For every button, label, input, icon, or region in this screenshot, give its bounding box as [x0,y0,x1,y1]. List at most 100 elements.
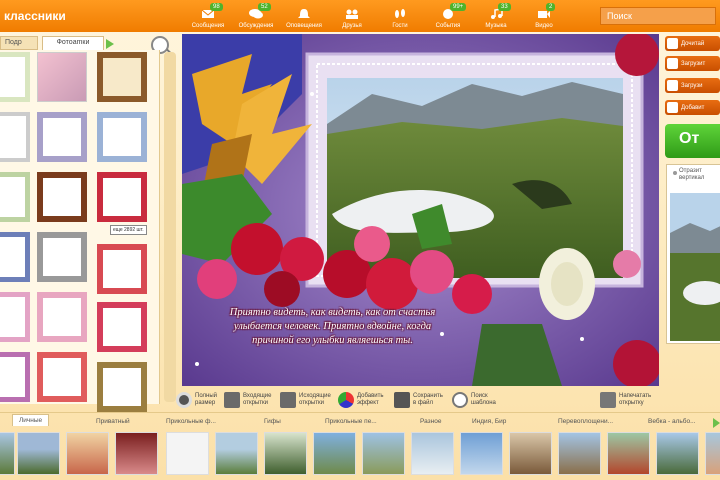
postcard-actions: Полный размер Входящие открытки Исходящие о… [176,388,666,412]
frame-thumb[interactable] [0,52,30,102]
send-button[interactable]: От [665,124,720,158]
frame-thumb[interactable] [97,52,147,102]
album-tab[interactable]: Личные [12,414,50,426]
upload-icon [667,80,678,91]
frame-thumb[interactable] [37,112,87,162]
preview-image [670,193,720,341]
frame-thumb[interactable] [97,112,147,162]
tab-podr[interactable]: Подр [0,36,38,50]
photo-thumb[interactable] [66,432,109,475]
action-label: Входящие открытки [243,393,271,407]
album-tab[interactable]: Вебка - альбо... [648,418,696,425]
photo-thumb[interactable] [705,432,720,475]
right-button-3[interactable]: Загрузи [665,78,720,93]
frame-thumb[interactable] [97,362,147,412]
action-label: Исходящие открытки [299,393,331,407]
frame-thumb[interactable] [37,172,87,222]
album-photos [0,430,720,480]
right-button-label: Добавит [681,104,705,111]
album-tab[interactable]: Прикольные пе... [325,418,377,425]
nav-messages[interactable]: Сообщения 98 [184,0,232,32]
album-tab[interactable]: Гифы [264,418,281,425]
incoming-cards-button[interactable]: Входящие открытки [224,388,271,412]
nav-guests[interactable]: Гости [376,0,424,32]
right-actions-panel: Дочитай Загрузит Загрузи Добавит От Отра… [663,34,720,406]
search-input[interactable]: Поиск [600,7,716,25]
search-icon [452,392,468,408]
nav-notifications[interactable]: Оповещения [280,0,328,32]
nav-discussions[interactable]: Обсуждения 52 [232,0,280,32]
save-to-file-button[interactable]: Сохранить в файл [394,388,443,412]
frame-thumb[interactable] [0,112,30,162]
photo-thumb[interactable] [115,432,158,475]
photo-thumb[interactable] [411,432,454,475]
photo-thumb[interactable] [17,432,60,475]
photo-thumb[interactable] [460,432,503,475]
album-tab[interactable]: Разное [420,418,441,425]
frame-thumb[interactable] [97,302,147,352]
action-label-line: Сохранить [413,393,443,399]
frame-thumb[interactable] [0,172,30,222]
top-bar: классники Сообщения 98 Обсуждения 52 Опо… [0,0,720,32]
photo-thumb[interactable] [215,432,258,475]
frame-thumb[interactable] [37,292,87,342]
photo-thumb[interactable] [313,432,356,475]
frame-thumb[interactable] [37,232,87,282]
photo-thumb[interactable] [166,432,209,475]
frames-panel: Подр Фотоаmки еще 2892 шт. [0,32,180,412]
mirror-option-label[interactable]: Отразит вертикал [679,168,704,182]
frames-scrollbar[interactable] [164,52,176,402]
photo-thumb[interactable] [656,432,699,475]
action-label-line: Исходящие [299,393,331,399]
find-template-button[interactable]: Поиск шаблона [452,388,496,412]
full-size-button[interactable]: Полный размер [176,388,217,412]
photo-thumb[interactable] [0,432,15,475]
eye-icon [176,392,192,408]
action-label-line: размер [195,400,216,406]
frame-thumb[interactable] [97,244,147,294]
tab-photo-frames[interactable]: Фотоаmки [42,36,104,50]
frame-thumb[interactable] [97,172,147,222]
frame-thumb[interactable] [0,232,30,282]
nav-badge: 99+ [450,3,467,11]
site-logo[interactable]: классники [4,9,184,23]
nav-video[interactable]: Видео 2 [520,0,568,32]
poem-line: улыбается человек. Приятно вдвойне, когд… [233,321,432,332]
option-dot-icon[interactable] [673,171,677,175]
frame-thumb[interactable] [37,352,87,402]
frame-thumb[interactable] [0,352,30,402]
frame-thumb[interactable] [0,292,30,342]
action-label: Напечатать открытку [619,393,651,407]
tabs-next-arrow-icon[interactable] [106,39,114,49]
photo-thumb[interactable] [264,432,307,475]
nav-badge: 2 [546,3,556,11]
outgoing-cards-button[interactable]: Исходящие открытки [280,388,331,412]
action-label: Добавить эффект [357,393,384,407]
album-tab[interactable]: Приватный [96,418,130,425]
right-button-4[interactable]: Добавит [665,100,720,115]
action-label-line: Поиск [471,393,488,399]
print-card-button[interactable]: Напечатать открытку [600,388,651,412]
photo-thumb[interactable] [362,432,405,475]
action-label: Сохранить в файл [413,393,443,407]
right-button-1[interactable]: Дочитай [665,36,720,51]
album-tab[interactable]: Перевоплощени... [558,418,613,425]
album-tab[interactable]: Прикольные ф... [166,418,216,425]
album-tab[interactable]: Индия, Бир [472,418,506,425]
action-label-line: шаблона [471,400,496,406]
nav-label: События [435,23,461,29]
right-button-label: Загрузит [681,60,706,67]
nav-friends[interactable]: Друзья [328,0,376,32]
nav-events[interactable]: События 99+ [424,0,472,32]
right-button-label: Дочитай [681,40,705,47]
outbox-icon [280,392,296,408]
photo-thumb[interactable] [607,432,650,475]
frame-thumb[interactable] [37,52,87,102]
photo-thumb[interactable] [509,432,552,475]
nav-music[interactable]: Музыка 33 [472,0,520,32]
add-effect-button[interactable]: Добавить эффект [338,388,384,412]
photo-thumb[interactable] [558,432,601,475]
right-button-2[interactable]: Загрузит [665,56,720,71]
albums-next-arrow-icon[interactable] [713,418,720,428]
right-button-label: Загрузи [681,82,703,89]
